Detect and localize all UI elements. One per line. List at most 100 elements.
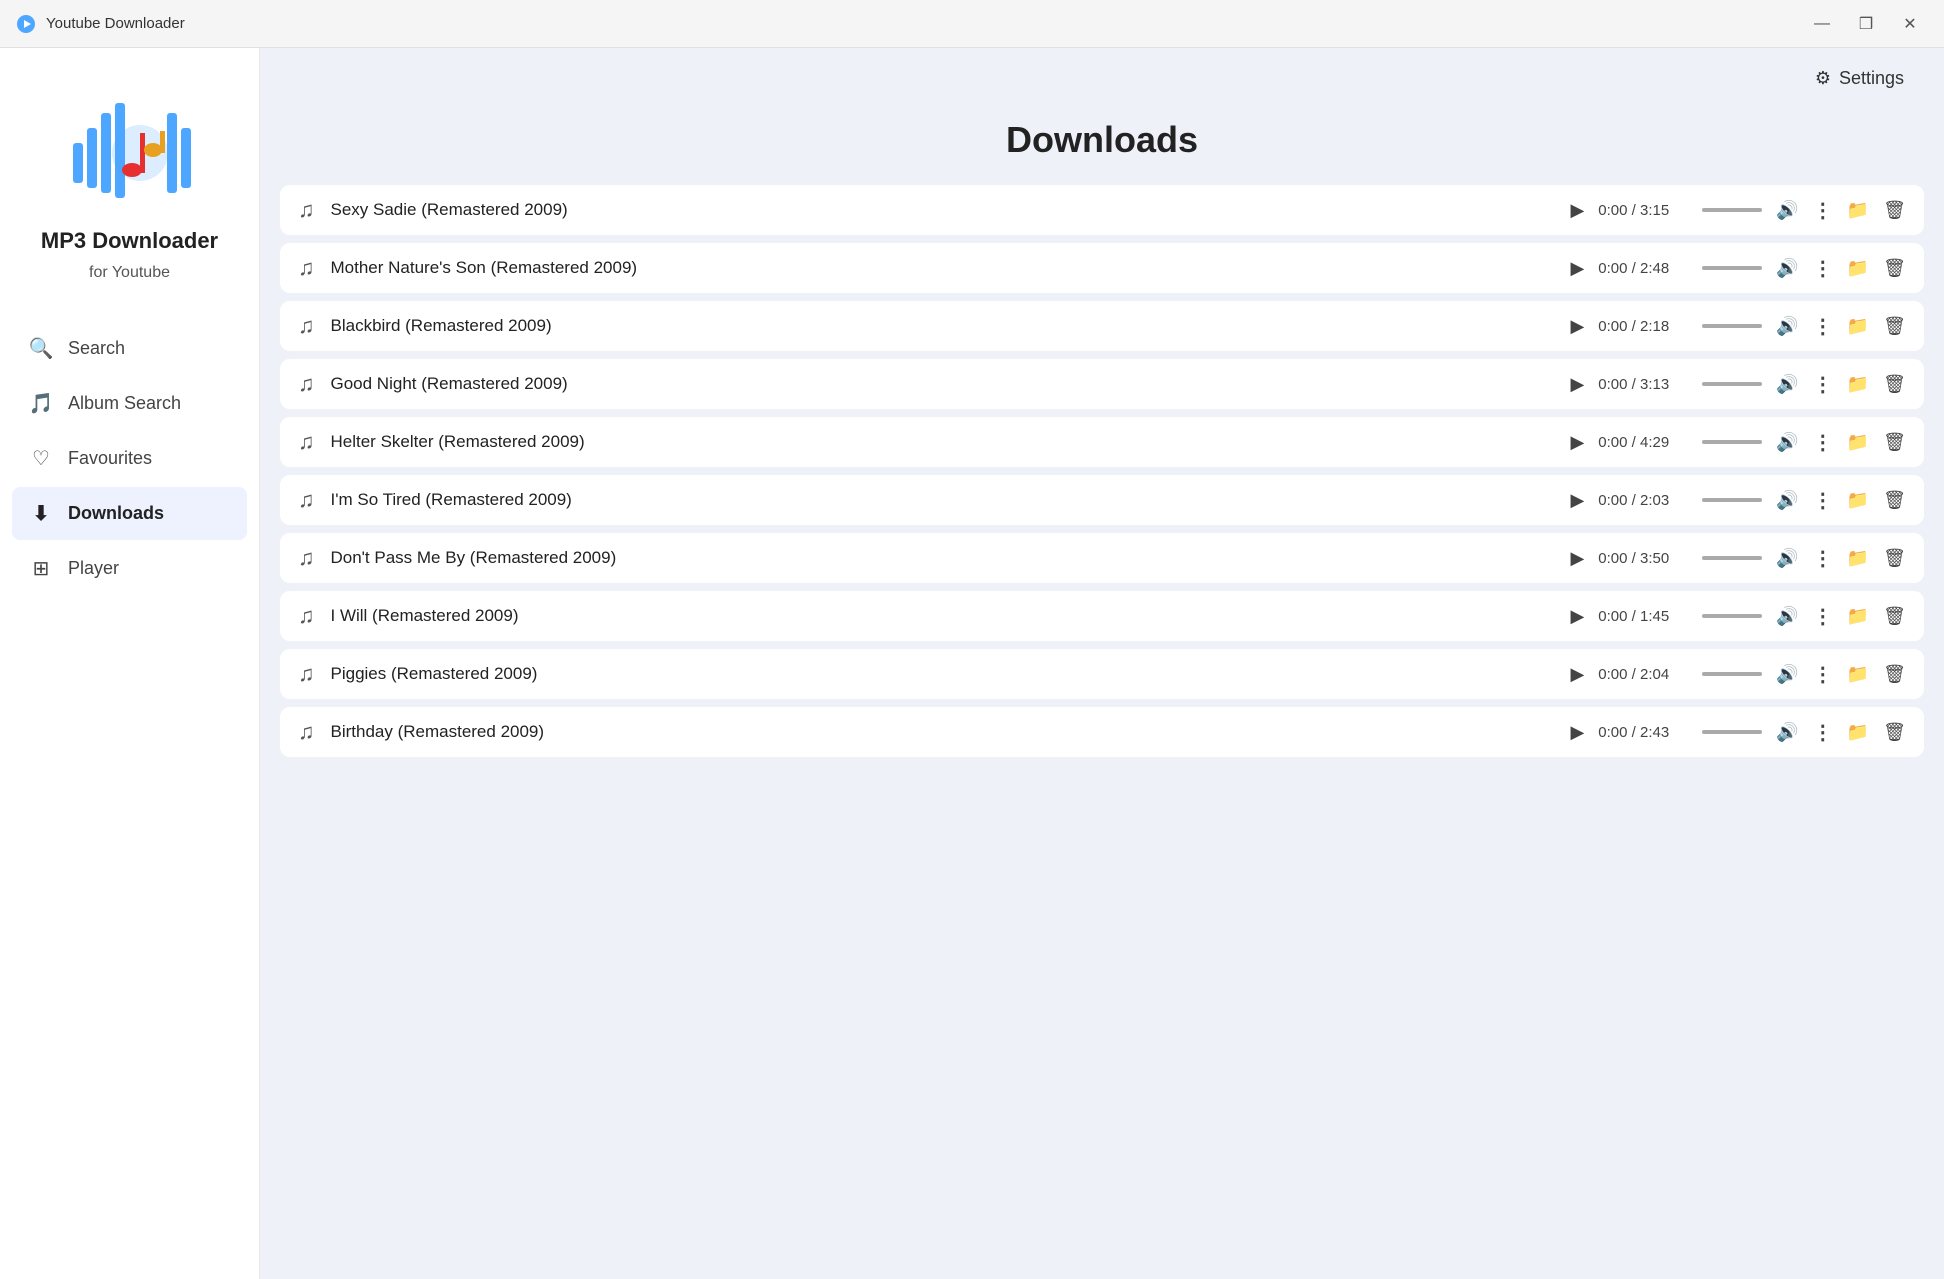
more-options-icon[interactable]: ⋮ — [1813, 314, 1833, 339]
sidebar-item-player[interactable]: ⊞ Player — [12, 542, 247, 595]
more-options-icon[interactable]: ⋮ — [1813, 198, 1833, 223]
volume-icon[interactable]: 🔊 — [1776, 606, 1798, 627]
track-row: ♫ Blackbird (Remastered 2009) ▶ 0:00 / 2… — [280, 301, 1924, 351]
music-note-icon: ♫ — [298, 603, 315, 629]
more-options-icon[interactable]: ⋮ — [1813, 604, 1833, 629]
folder-icon[interactable]: 📁 — [1847, 432, 1869, 453]
folder-icon[interactable]: 📁 — [1847, 200, 1869, 221]
maximize-button[interactable]: ❒ — [1848, 6, 1884, 42]
play-button[interactable]: ▶ — [1570, 606, 1584, 627]
more-options-icon[interactable]: ⋮ — [1813, 720, 1833, 745]
folder-icon[interactable]: 📁 — [1847, 722, 1869, 743]
page-title: Downloads — [260, 109, 1944, 185]
favourites-nav-icon: ♡ — [28, 446, 54, 471]
music-note-icon: ♫ — [298, 197, 315, 223]
track-time: 0:00 / 2:48 — [1598, 260, 1688, 277]
delete-icon[interactable]: 🗑 — [1883, 490, 1906, 511]
progress-bar — [1702, 730, 1762, 734]
delete-icon[interactable]: 🗑 — [1883, 722, 1906, 743]
logo-area: MP3 Downloader for Youtube — [0, 68, 259, 312]
track-row: ♫ I Will (Remastered 2009) ▶ 0:00 / 1:45… — [280, 591, 1924, 641]
track-controls: ▶ 0:00 / 3:50 🔊 ⋮ 📁 🗑 — [1570, 546, 1906, 571]
more-options-icon[interactable]: ⋮ — [1813, 372, 1833, 397]
folder-icon[interactable]: 📁 — [1847, 490, 1869, 511]
app-logo — [65, 88, 195, 218]
volume-icon[interactable]: 🔊 — [1776, 258, 1798, 279]
music-note-icon: ♫ — [298, 313, 315, 339]
track-time: 0:00 / 2:18 — [1598, 318, 1688, 335]
main-header: ⚙ Settings — [260, 48, 1944, 109]
music-note-icon: ♫ — [298, 371, 315, 397]
play-button[interactable]: ▶ — [1570, 374, 1584, 395]
delete-icon[interactable]: 🗑 — [1883, 664, 1906, 685]
track-time: 0:00 / 1:45 — [1598, 608, 1688, 625]
minimize-button[interactable]: — — [1804, 6, 1840, 42]
folder-icon[interactable]: 📁 — [1847, 548, 1869, 569]
play-button[interactable]: ▶ — [1570, 432, 1584, 453]
track-name: Mother Nature's Son (Remastered 2009) — [331, 258, 1555, 278]
folder-icon[interactable]: 📁 — [1847, 664, 1869, 685]
app-subtitle: for Youtube — [89, 264, 170, 282]
delete-icon[interactable]: 🗑 — [1883, 258, 1906, 279]
delete-icon[interactable]: 🗑 — [1883, 432, 1906, 453]
track-name: Helter Skelter (Remastered 2009) — [331, 432, 1555, 452]
play-button[interactable]: ▶ — [1570, 664, 1584, 685]
volume-icon[interactable]: 🔊 — [1776, 548, 1798, 569]
more-options-icon[interactable]: ⋮ — [1813, 430, 1833, 455]
delete-icon[interactable]: 🗑 — [1883, 548, 1906, 569]
track-row: ♫ Sexy Sadie (Remastered 2009) ▶ 0:00 / … — [280, 185, 1924, 235]
volume-icon[interactable]: 🔊 — [1776, 722, 1798, 743]
play-button[interactable]: ▶ — [1570, 200, 1584, 221]
sidebar-item-favourites[interactable]: ♡ Favourites — [12, 432, 247, 485]
settings-button[interactable]: ⚙ Settings — [1803, 62, 1916, 95]
more-options-icon[interactable]: ⋮ — [1813, 662, 1833, 687]
progress-bar — [1702, 208, 1762, 212]
volume-icon[interactable]: 🔊 — [1776, 490, 1798, 511]
delete-icon[interactable]: 🗑 — [1883, 200, 1906, 221]
main-content: ⚙ Settings Downloads ♫ Sexy Sadie (Remas… — [260, 48, 1944, 1279]
progress-bar — [1702, 382, 1762, 386]
play-button[interactable]: ▶ — [1570, 316, 1584, 337]
play-button[interactable]: ▶ — [1570, 490, 1584, 511]
play-button[interactable]: ▶ — [1570, 722, 1584, 743]
app-icon — [16, 14, 36, 34]
delete-icon[interactable]: 🗑 — [1883, 606, 1906, 627]
folder-icon[interactable]: 📁 — [1847, 606, 1869, 627]
close-button[interactable]: ✕ — [1892, 6, 1928, 42]
play-button[interactable]: ▶ — [1570, 548, 1584, 569]
volume-icon[interactable]: 🔊 — [1776, 200, 1798, 221]
folder-icon[interactable]: 📁 — [1847, 258, 1869, 279]
folder-icon[interactable]: 📁 — [1847, 374, 1869, 395]
sidebar-item-album-search[interactable]: 🎵 Album Search — [12, 377, 247, 430]
progress-bar — [1702, 440, 1762, 444]
track-controls: ▶ 0:00 / 2:04 🔊 ⋮ 📁 🗑 — [1570, 662, 1906, 687]
volume-icon[interactable]: 🔊 — [1776, 432, 1798, 453]
album-search-nav-icon: 🎵 — [28, 391, 54, 416]
sidebar-item-label-downloads: Downloads — [68, 503, 164, 524]
volume-icon[interactable]: 🔊 — [1776, 316, 1798, 337]
track-name: I Will (Remastered 2009) — [331, 606, 1555, 626]
more-options-icon[interactable]: ⋮ — [1813, 256, 1833, 281]
more-options-icon[interactable]: ⋮ — [1813, 546, 1833, 571]
volume-icon[interactable]: 🔊 — [1776, 664, 1798, 685]
music-note-icon: ♫ — [298, 719, 315, 745]
music-note-icon: ♫ — [298, 661, 315, 687]
music-note-icon: ♫ — [298, 255, 315, 281]
track-time: 0:00 / 2:43 — [1598, 724, 1688, 741]
nav-items: 🔍 Search 🎵 Album Search ♡ Favourites ⬇ D… — [0, 312, 259, 605]
more-options-icon[interactable]: ⋮ — [1813, 488, 1833, 513]
track-name: Blackbird (Remastered 2009) — [331, 316, 1555, 336]
title-bar-controls: — ❒ ✕ — [1804, 6, 1928, 42]
track-name: Birthday (Remastered 2009) — [331, 722, 1555, 742]
play-button[interactable]: ▶ — [1570, 258, 1584, 279]
sidebar-item-label-search: Search — [68, 338, 125, 359]
delete-icon[interactable]: 🗑 — [1883, 374, 1906, 395]
delete-icon[interactable]: 🗑 — [1883, 316, 1906, 337]
sidebar-item-label-favourites: Favourites — [68, 448, 152, 469]
sidebar-item-search[interactable]: 🔍 Search — [12, 322, 247, 375]
volume-icon[interactable]: 🔊 — [1776, 374, 1798, 395]
track-name: Good Night (Remastered 2009) — [331, 374, 1555, 394]
track-name: I'm So Tired (Remastered 2009) — [331, 490, 1555, 510]
sidebar-item-downloads[interactable]: ⬇ Downloads — [12, 487, 247, 540]
folder-icon[interactable]: 📁 — [1847, 316, 1869, 337]
